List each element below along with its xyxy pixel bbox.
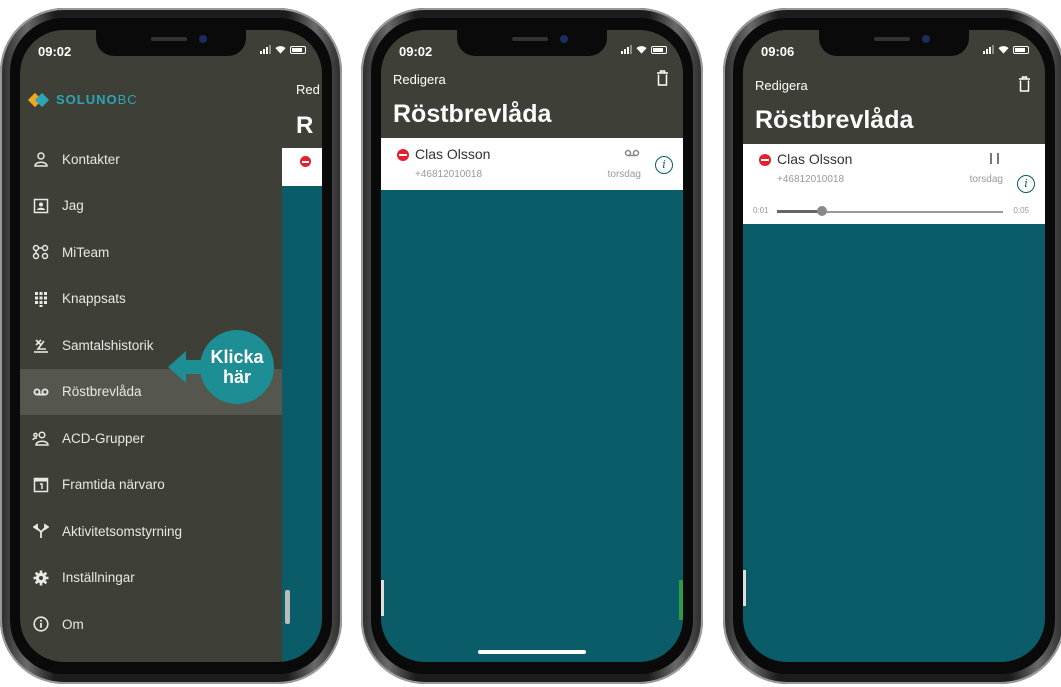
call-history-icon	[32, 336, 50, 354]
signal-icon	[621, 45, 632, 54]
message-day: torsdag	[607, 169, 641, 180]
team-icon	[32, 243, 50, 261]
status-time: 09:02	[38, 44, 72, 59]
logo-mark-icon	[27, 92, 50, 107]
menu-item-installningar[interactable]: Inställningar	[20, 555, 282, 602]
callout-line-1: Klicka	[210, 347, 264, 367]
screen-voicemail: 09:02 Redigera Röstbrevlåda Clas Olsson …	[381, 30, 683, 662]
menu-item-label: Kontakter	[62, 151, 120, 167]
wifi-icon	[275, 46, 286, 54]
keypad-icon	[32, 290, 50, 308]
menu-item-framtida-narvaro[interactable]: Framtida närvaro	[20, 462, 282, 509]
total-time: 0:05	[1013, 206, 1029, 215]
menu-item-om[interactable]: Om	[20, 601, 282, 648]
logo-suffix: BC	[117, 92, 138, 107]
voicemail-row[interactable]: Clas Olsson +46812010018 torsdag i	[381, 138, 683, 190]
menu-item-aktivitetsomstyrning[interactable]: Aktivitetsomstyrning	[20, 508, 282, 555]
menu-item-label: Röstbrevlåda	[62, 384, 142, 400]
voicemail-icon	[32, 383, 50, 401]
message-day: torsdag	[969, 174, 1003, 185]
notch	[819, 30, 969, 56]
background-scroll-indicator	[285, 590, 290, 624]
screen-playback: 09:06 Redigera Röstbrevlåda Clas Olsson …	[743, 30, 1045, 662]
menu-item-knappsats[interactable]: Knappsats	[20, 276, 282, 323]
menu-item-label: Jag	[62, 198, 84, 214]
slider-fill	[777, 210, 823, 213]
voicemail-row-expanded[interactable]: Clas Olsson +46812010018 torsdag i 0:01 …	[743, 144, 1045, 224]
edit-button[interactable]: Redigera	[393, 72, 446, 87]
wifi-icon	[636, 46, 647, 54]
acd-group-icon	[32, 429, 50, 447]
signal-icon	[260, 45, 271, 54]
home-indicator[interactable]	[478, 650, 586, 654]
edit-button[interactable]: Redigera	[755, 78, 808, 93]
info-icon[interactable]: i	[655, 156, 673, 174]
edge-indicator	[743, 570, 746, 606]
gear-icon	[32, 569, 50, 587]
background-screen: Red R	[282, 30, 322, 662]
page-title: Röstbrevlåda	[755, 106, 914, 134]
profile-card-icon	[32, 197, 50, 215]
menu-item-label: ACD-Grupper	[62, 430, 145, 446]
scroll-indicator	[679, 580, 683, 620]
menu-item-miteam[interactable]: MiTeam	[20, 229, 282, 276]
battery-icon	[290, 45, 306, 54]
elapsed-time: 0:01	[753, 206, 769, 215]
menu-item-label: Framtida närvaro	[62, 477, 165, 493]
callout-line-2: här	[222, 367, 251, 387]
stop-icon[interactable]	[759, 154, 771, 166]
notch	[457, 30, 607, 56]
phone-frame-playback: 09:06 Redigera Röstbrevlåda Clas Olsson …	[723, 8, 1061, 684]
phone-frame-voicemail: 09:02 Redigera Röstbrevlåda Clas Olsson …	[361, 8, 703, 684]
edge-indicator	[381, 580, 384, 616]
caller-number: +46812010018	[777, 174, 845, 185]
menu-item-label: Inställningar	[62, 570, 135, 586]
info-icon[interactable]: i	[1017, 175, 1035, 193]
trash-icon[interactable]	[1018, 76, 1031, 92]
soluno-logo: SOLUNOBC	[27, 92, 138, 107]
stop-icon[interactable]	[397, 149, 409, 161]
menu-item-acd-grupper[interactable]: ACD-Grupper	[20, 415, 282, 462]
calendar-icon	[32, 476, 50, 494]
menu-item-label: Aktivitetsomstyrning	[62, 523, 183, 539]
contacts-icon	[32, 150, 50, 168]
voicemail-icon	[624, 149, 640, 157]
menu-item-jag[interactable]: Jag	[20, 183, 282, 230]
trash-icon[interactable]	[656, 70, 669, 86]
menu-item-label: Knappsats	[62, 291, 126, 307]
status-time: 09:06	[761, 44, 795, 59]
stop-icon	[300, 156, 311, 167]
click-here-callout: Klicka här	[168, 330, 274, 404]
wifi-icon	[998, 46, 1009, 54]
slider-knob[interactable]	[817, 206, 828, 216]
page-title: Röstbrevlåda	[393, 100, 552, 128]
signal-icon	[983, 45, 994, 54]
menu-item-label: MiTeam	[62, 244, 110, 260]
status-time: 09:02	[399, 44, 433, 59]
info-icon	[32, 615, 50, 633]
caller-name: Clas Olsson	[415, 146, 491, 162]
voicemail-screen: Redigera Röstbrevlåda Clas Olsson +46812…	[743, 30, 1045, 662]
caller-name: Clas Olsson	[777, 151, 853, 167]
battery-icon	[651, 45, 667, 54]
voicemail-screen: Redigera Röstbrevlåda Clas Olsson +46812…	[381, 30, 683, 662]
menu-item-kontakter[interactable]: Kontakter	[20, 136, 282, 183]
menu-item-label: Om	[62, 616, 84, 632]
menu-item-label: Samtalshistorik	[62, 337, 154, 353]
logo-text: SOLUNO	[56, 92, 118, 107]
pause-icon[interactable]	[990, 153, 999, 164]
arrow-left-icon	[168, 351, 186, 383]
notch	[96, 30, 246, 56]
background-title: R	[296, 112, 314, 139]
background-edit-label: Red	[296, 82, 320, 97]
battery-icon	[1013, 45, 1029, 54]
caller-number: +46812010018	[415, 169, 483, 180]
redirect-icon	[32, 522, 50, 540]
background-voicemail-row	[282, 148, 322, 186]
